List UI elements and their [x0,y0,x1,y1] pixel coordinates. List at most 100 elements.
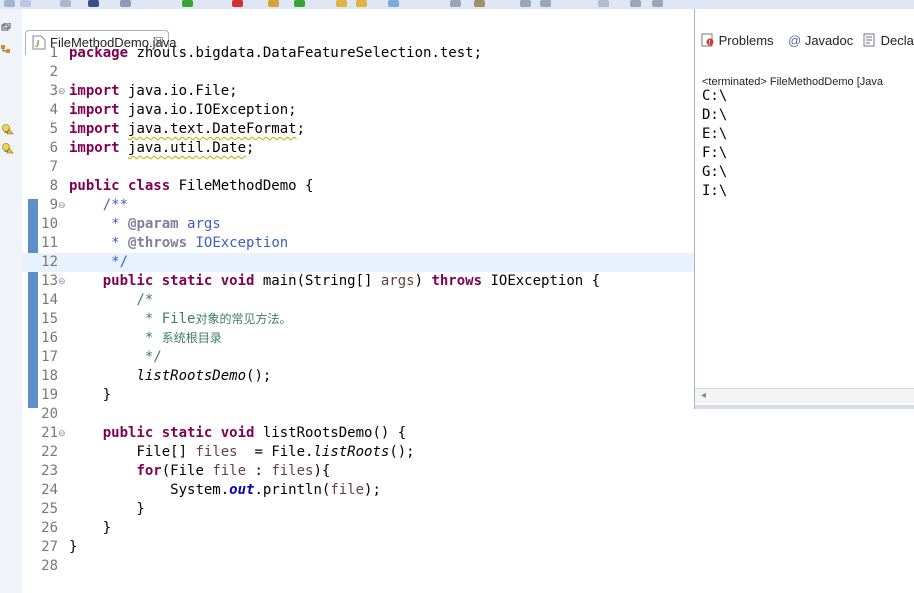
code-line: 20 [22,405,694,424]
keyword: import [69,121,120,137]
line-number: 13 [41,273,58,289]
toolbar-terminal-icon[interactable] [88,0,99,7]
keyword: throws [431,273,483,289]
code-text: } [69,501,145,517]
toolbar-annotation-icon[interactable] [388,0,399,7]
console-tab-bar: ! Problems @ Javadoc Decla [695,19,914,48]
javadoc-text: /** [69,197,129,213]
code-text: System. [170,482,230,498]
toolbar-next-icon[interactable] [450,0,461,7]
code-line: 14 /* [22,291,694,310]
code-line: 10 * @param args [22,215,694,234]
console-bottom-border [695,405,914,409]
line-number: 3 [49,83,58,99]
horizontal-scrollbar[interactable]: ◂ [695,388,914,403]
local-var: file [212,463,247,479]
static-method-call: listRoots [313,444,390,460]
package-explorer-icon[interactable] [1,45,11,54]
restore-icon[interactable] [1,23,11,32]
line-number: 8 [49,178,58,194]
code-text: .println( [254,482,331,498]
comment-text: */ [69,349,162,365]
fold-minus-icon[interactable]: ⊖ [58,427,66,439]
toolbar-nav-fwd-icon[interactable] [652,0,663,7]
console-output-line: C:\ [702,88,728,104]
line-number: 22 [41,444,58,460]
toolbar-forward-icon[interactable] [540,0,551,7]
line-number: 27 [41,539,58,555]
code-text: main(String[] [254,273,381,289]
line-number: 5 [49,121,58,137]
javadoc-tag: @throws [128,235,188,251]
comment-text: /* [69,292,154,308]
toolbar-run-icon[interactable] [182,0,193,7]
line-number: 17 [41,349,58,365]
line-number: 1 [49,45,58,61]
code-line: 8 public class FileMethodDemo { [22,177,694,196]
code-line: 7 [22,158,694,177]
svg-text:!: ! [709,41,711,47]
comment-text: 对象的常见方法。 [195,312,292,326]
toolbar-debug-icon[interactable] [294,0,305,7]
fold-minus-icon[interactable]: ⊖ [58,275,66,287]
tab-javadoc[interactable]: @ Javadoc [788,33,853,48]
toolbar-open-icon[interactable] [336,0,347,7]
code-line: 28 [22,557,694,576]
unused-import: java.text.DateFormat [128,121,297,137]
comment-text: * [69,330,162,346]
console-output-line: F:\ [702,145,728,161]
code-text: ){ [313,463,331,479]
warning-lightbulb-icon[interactable] [2,142,14,154]
code-line: 2 [22,63,694,82]
keyword: import [69,102,120,118]
fold-minus-icon[interactable]: ⊖ [58,85,66,97]
code-text: ; [246,140,255,156]
code-line: 19 } [22,386,694,405]
code-text: ) [414,273,432,289]
toolbar-print-icon[interactable] [60,0,71,7]
console-status: <terminated> FileMethodDemo [Java [702,76,883,88]
local-var: files [271,463,314,479]
code-text: ; [296,121,306,137]
line-number: 16 [41,330,58,346]
toolbar-back-icon[interactable] [520,0,531,7]
code-text: (File [161,463,213,479]
toolbar-prev-icon[interactable] [474,0,485,7]
warning-lightbulb-icon[interactable] [2,123,14,135]
toolbar-nav-back-icon[interactable] [630,0,641,7]
scroll-left-icon[interactable]: ◂ [701,389,706,403]
code-line: 4 import java.io.IOException; [22,101,694,120]
code-line: 17 */ [22,348,694,367]
line-number: 4 [49,102,58,118]
line-number: 10 [41,216,58,232]
keyword: package [69,45,129,61]
line-number: 20 [41,406,58,422]
fold-minus-icon[interactable]: ⊖ [58,199,66,211]
tab-problems[interactable]: ! Problems [701,33,774,48]
code-text: java.io.File; [119,83,238,99]
toolbar-package-icon[interactable] [268,0,279,7]
tab-declaration[interactable]: Decla [863,33,914,48]
static-method-call: listRootsDemo [136,368,247,384]
tab-label: Problems [718,33,774,48]
line-number: 26 [41,520,58,536]
code-area[interactable]: 1 package zhouls.bigdata.DataFeatureSele… [22,36,694,593]
toolbar-pin-icon[interactable] [598,0,609,7]
code-line: 11 * @throws IOException [22,234,694,253]
comment-text: * File [69,311,196,327]
line-number: 11 [41,235,58,251]
keyword: public static void [102,273,255,289]
toolbar-search-icon[interactable] [120,0,131,7]
toolbar-new-icon[interactable] [4,0,15,7]
toolbar-folder-icon[interactable] [356,0,367,7]
local-var: file [330,482,365,498]
javadoc-text: args [178,216,221,232]
toolbar-stop-icon[interactable] [232,0,243,7]
toolbar-save-icon[interactable] [20,0,31,7]
